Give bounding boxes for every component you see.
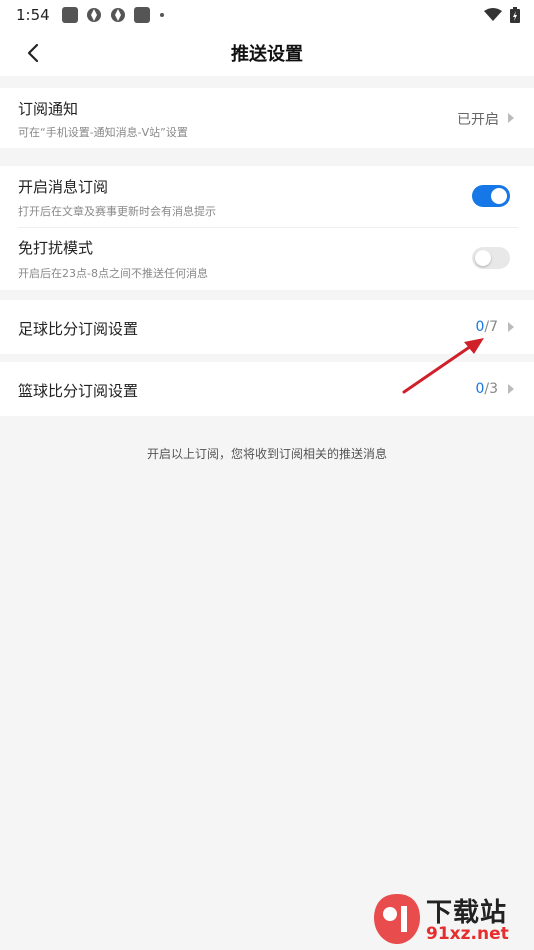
footnote-text: 开启以上订阅，您将收到订阅相关的推送消息: [146, 447, 387, 461]
chevron-right-icon: [508, 322, 514, 332]
notification-shutter-icon-2: [110, 8, 125, 22]
watermark-logo-icon: [374, 894, 420, 944]
do-not-disturb-label: 免打扰模式: [18, 239, 94, 257]
basketball-label: 篮球比分订阅设置: [18, 382, 139, 400]
chevron-left-icon: [27, 43, 39, 63]
do-not-disturb-hint: 开启后在23点-8点之间不推送任何消息: [18, 267, 208, 280]
message-settings-card: 开启消息订阅 打开后在文章及赛事更新时会有消息提示 免打扰模式 开启后在23点-…: [0, 166, 534, 290]
status-time: 1:54: [16, 6, 50, 24]
subscription-notice-label: 订阅通知: [18, 100, 79, 118]
notification-shutter-icon: [86, 8, 101, 22]
message-subscribe-row: 开启消息订阅 打开后在文章及赛事更新时会有消息提示: [0, 166, 534, 228]
do-not-disturb-toggle[interactable]: [472, 247, 510, 269]
chevron-right-icon: [508, 384, 514, 394]
subscription-notice-row[interactable]: 订阅通知 可在“手机设置-通知消息-V站”设置 已开启: [0, 88, 534, 148]
message-subscribe-toggle[interactable]: [472, 185, 510, 207]
app-header: 推送设置: [0, 30, 534, 76]
wifi-icon: [484, 8, 502, 21]
chevron-right-icon: [508, 113, 514, 123]
battery-icon: [510, 7, 520, 23]
back-button[interactable]: [18, 38, 48, 68]
subscription-notice-status: 已开启: [457, 112, 499, 128]
subscription-notice-hint: 可在“手机设置-通知消息-V站”设置: [18, 126, 188, 139]
annotation-arrow-icon: [402, 338, 484, 394]
toggle-knob: [491, 188, 507, 204]
watermark-url: 91xz.net: [426, 924, 509, 944]
message-subscribe-label: 开启消息订阅: [18, 178, 109, 196]
message-subscribe-hint: 打开后在文章及赛事更新时会有消息提示: [18, 205, 216, 218]
notification-app-icon: [61, 7, 78, 23]
do-not-disturb-row: 免打扰模式 开启后在23点-8点之间不推送任何消息: [0, 228, 534, 290]
subscription-notice-card: 订阅通知 可在“手机设置-通知消息-V站”设置 已开启: [0, 88, 534, 148]
more-notifications-dot-icon: [159, 13, 164, 17]
status-bar: 1:54: [0, 0, 534, 30]
site-watermark: 下载站 91xz.net: [370, 892, 530, 948]
toggle-knob: [475, 250, 491, 266]
football-label: 足球比分订阅设置: [18, 320, 139, 338]
notification-app-icon-2: [133, 7, 150, 23]
page-title: 推送设置: [231, 44, 303, 65]
